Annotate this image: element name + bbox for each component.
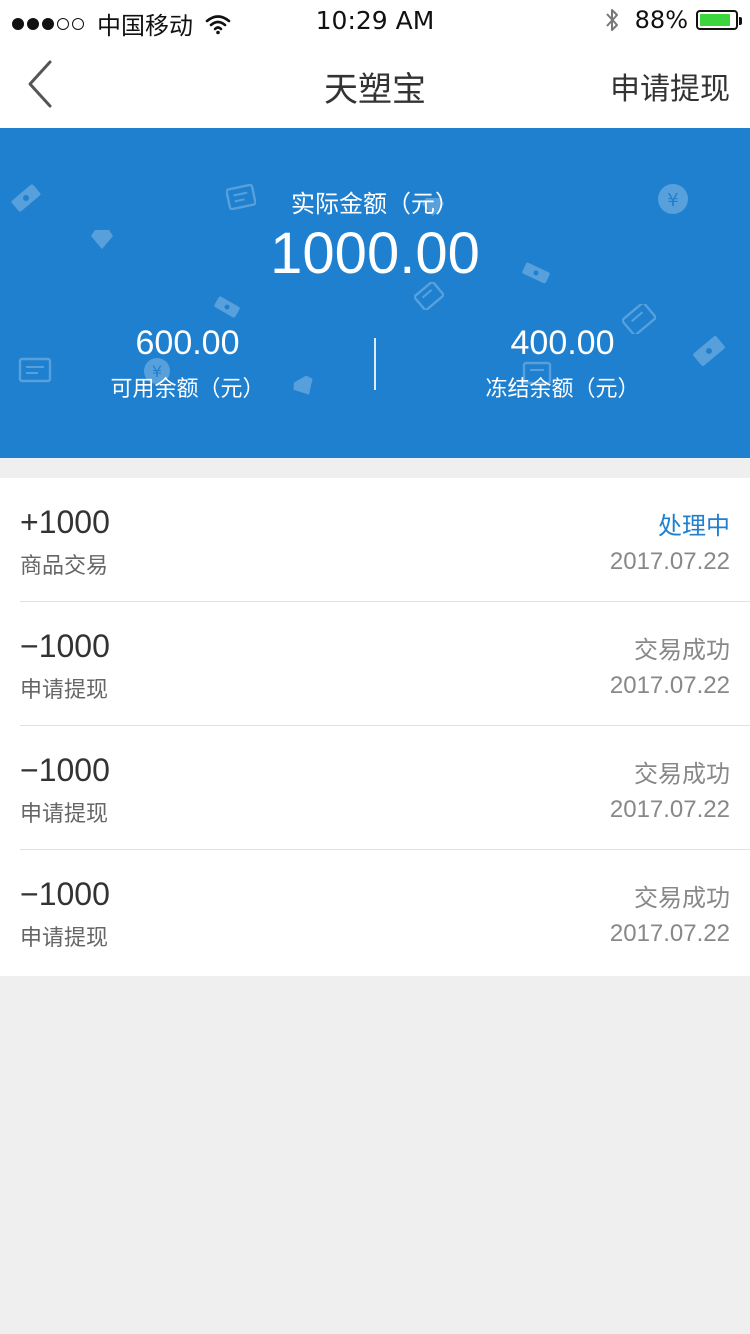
battery-percent: 88% (634, 6, 688, 34)
frozen-balance: 400.00 冻结余额（元） (375, 324, 750, 403)
balance-banner: ¥ ¥ 实际金额（元） 1000.00 600.00 可用余额（元） 400.0… (0, 128, 750, 458)
transaction-date: 2017.07.22 (609, 796, 730, 823)
status-bar: 中国移动 10:29 AM 88% (0, 0, 750, 40)
transaction-list: +1000 商品交易 处理中 2017.07.22 −1000 申请提现 交易成… (0, 478, 750, 976)
transaction-row[interactable]: −1000 申请提现 交易成功 2017.07.22 (20, 602, 750, 726)
available-balance: 600.00 可用余额（元） (0, 324, 375, 403)
transaction-amount: −1000 (20, 752, 110, 788)
battery-level-fill (700, 14, 730, 26)
transaction-status: 交易成功 (634, 636, 730, 664)
transaction-type: 商品交易 (20, 554, 109, 579)
transaction-date: 2017.07.22 (609, 672, 730, 699)
ticket-icon (214, 296, 240, 318)
transaction-status: 交易成功 (634, 884, 730, 912)
actual-amount-label: 实际金额（元） (291, 190, 459, 218)
transaction-amount: +1000 (20, 504, 110, 540)
transaction-amount: −1000 (20, 876, 110, 912)
transaction-date: 2017.07.22 (609, 548, 730, 575)
transaction-row[interactable]: −1000 申请提现 交易成功 2017.07.22 (20, 726, 750, 850)
apply-withdrawal-button[interactable]: 申请提现 (610, 64, 730, 108)
battery-icon (696, 10, 742, 30)
transaction-type: 申请提现 (20, 678, 109, 703)
actual-amount-value: 1000.00 (270, 221, 480, 286)
transaction-type: 申请提现 (20, 802, 109, 827)
transaction-date: 2017.07.22 (609, 920, 730, 947)
bluetooth-icon (605, 9, 618, 31)
transaction-amount: −1000 (20, 628, 110, 664)
transaction-row[interactable]: +1000 商品交易 处理中 2017.07.22 (20, 478, 750, 602)
frozen-balance-value: 400.00 (510, 324, 615, 362)
transaction-type: 申请提现 (20, 926, 109, 951)
status-right: 88% (603, 6, 742, 34)
transaction-status: 交易成功 (634, 760, 730, 788)
nav-bar: 天塑宝 申请提现 (0, 40, 750, 128)
available-balance-label: 可用余额（元） (110, 377, 265, 402)
transaction-row[interactable]: −1000 申请提现 交易成功 2017.07.22 (20, 850, 750, 974)
transaction-status: 处理中 (658, 512, 730, 540)
frozen-balance-label: 冻结余额（元） (485, 377, 640, 402)
available-balance-value: 600.00 (135, 324, 240, 362)
